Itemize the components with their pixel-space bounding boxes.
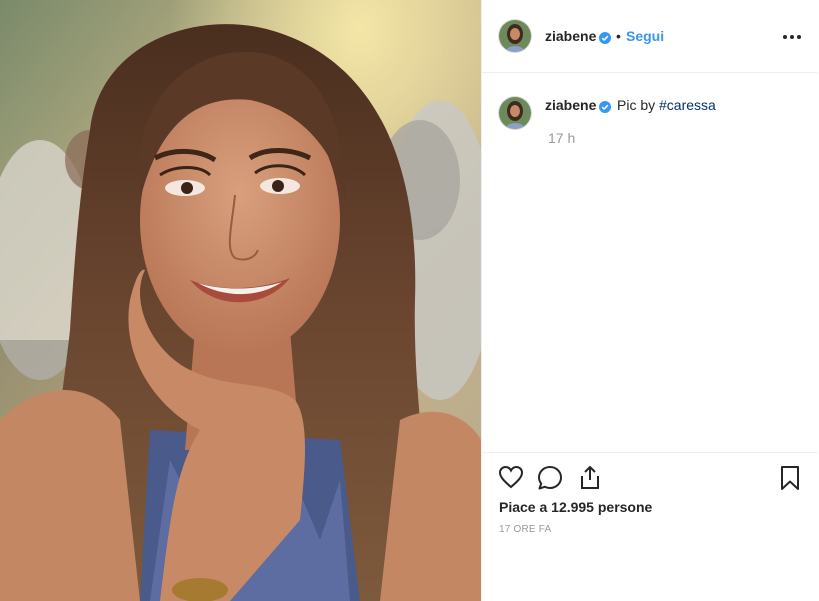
caption-body: Pic by bbox=[617, 97, 660, 113]
caption-timestamp[interactable]: 17 h bbox=[548, 130, 575, 146]
hashtag-link[interactable]: #caressa bbox=[659, 97, 716, 113]
post-photo[interactable] bbox=[0, 0, 481, 601]
username-link[interactable]: ziabene bbox=[545, 28, 596, 44]
post-actions: Piace a 12.995 persone 17 ORE FA bbox=[482, 452, 818, 535]
avatar[interactable] bbox=[499, 20, 531, 52]
follow-button[interactable]: Segui bbox=[626, 28, 664, 44]
share-icon[interactable] bbox=[578, 464, 602, 495]
avatar-image bbox=[499, 97, 531, 129]
post-header: ziabene • Segui bbox=[482, 0, 818, 73]
caption-avatar[interactable] bbox=[499, 97, 531, 129]
comment-icon[interactable] bbox=[537, 465, 563, 496]
bookmark-icon[interactable] bbox=[780, 465, 800, 496]
caption-text: Pic by #caressa bbox=[617, 97, 716, 113]
verified-badge-icon bbox=[599, 31, 611, 44]
likes-count[interactable]: Piace a 12.995 persone bbox=[499, 499, 652, 515]
portrait-image bbox=[0, 0, 481, 601]
caption-username-link[interactable]: ziabene bbox=[545, 97, 596, 113]
post-side-panel: ziabene • Segui ziabene Pic by #caressa … bbox=[481, 0, 818, 601]
verified-badge-icon bbox=[599, 100, 611, 113]
avatar-image bbox=[499, 20, 531, 52]
separator-dot: • bbox=[616, 28, 621, 44]
more-options-icon[interactable] bbox=[782, 30, 802, 48]
post-timestamp[interactable]: 17 ORE FA bbox=[499, 524, 551, 535]
heart-icon[interactable] bbox=[498, 465, 524, 494]
